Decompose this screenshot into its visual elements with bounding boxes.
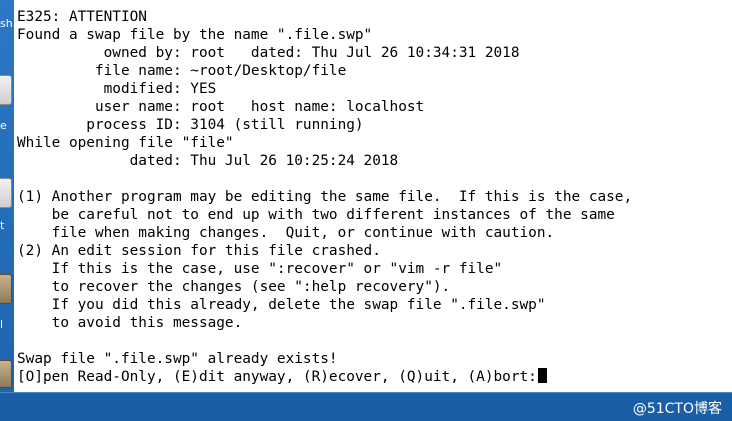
terminal-output: E325: ATTENTION Found a swap file by the… bbox=[14, 0, 732, 386]
terminal-line: process ID: 3104 (still running) bbox=[86, 117, 364, 133]
terminal-line: If this is the case, use ":recover" or "… bbox=[51, 261, 503, 277]
desktop-icon-label: e bbox=[0, 120, 7, 132]
desktop-icon-label: t bbox=[0, 220, 5, 232]
terminal-line: (2) An edit session for this file crashe… bbox=[17, 243, 381, 259]
terminal-line: While opening file "file" bbox=[17, 135, 234, 151]
folder-icon[interactable] bbox=[0, 360, 12, 388]
terminal-line: be careful not to end up with two differ… bbox=[51, 207, 615, 223]
vim-swap-warning: E325: ATTENTION Found a swap file by the… bbox=[17, 9, 632, 367]
terminal-line: modified: YES bbox=[103, 81, 217, 97]
terminal-line: owned by: root dated: Thu Jul 26 10:34:3… bbox=[103, 45, 520, 61]
terminal-line: user name: root host name: localhost bbox=[94, 99, 425, 115]
terminal-window[interactable]: E325: ATTENTION Found a swap file by the… bbox=[14, 0, 732, 392]
desktop-icon-label: sh bbox=[0, 18, 13, 30]
desktop-icon-label: l bbox=[0, 319, 4, 331]
file-icon[interactable] bbox=[0, 178, 12, 208]
desktop-icon-strip: sh e t l bbox=[0, 0, 14, 392]
terminal-line: to recover the changes (see ":help recov… bbox=[51, 279, 451, 295]
terminal-line: file when making changes. Quit, or conti… bbox=[51, 225, 555, 241]
folder-icon[interactable] bbox=[0, 274, 12, 304]
terminal-line: Found a swap file by the name ".file.swp… bbox=[17, 27, 373, 43]
terminal-line: dated: Thu Jul 26 10:25:24 2018 bbox=[129, 153, 399, 169]
terminal-line: (1) Another program may be editing the s… bbox=[17, 189, 633, 205]
terminal-line: file name: ~root/Desktop/file bbox=[94, 63, 347, 79]
text-cursor[interactable] bbox=[537, 368, 547, 383]
terminal-line: E325: ATTENTION bbox=[17, 9, 147, 25]
watermark-text: @51CTO博客 bbox=[632, 401, 722, 417]
taskbar: @51CTO博客 bbox=[0, 392, 732, 421]
file-icon[interactable] bbox=[0, 75, 12, 105]
terminal-line: to avoid this message. bbox=[51, 315, 243, 331]
terminal-line: If you did this already, delete the swap… bbox=[51, 297, 546, 313]
terminal-line: Swap file ".file.swp" already exists! bbox=[17, 351, 338, 367]
vim-swap-prompt: [O]pen Read-Only, (E)dit anyway, (R)ecov… bbox=[17, 369, 537, 385]
